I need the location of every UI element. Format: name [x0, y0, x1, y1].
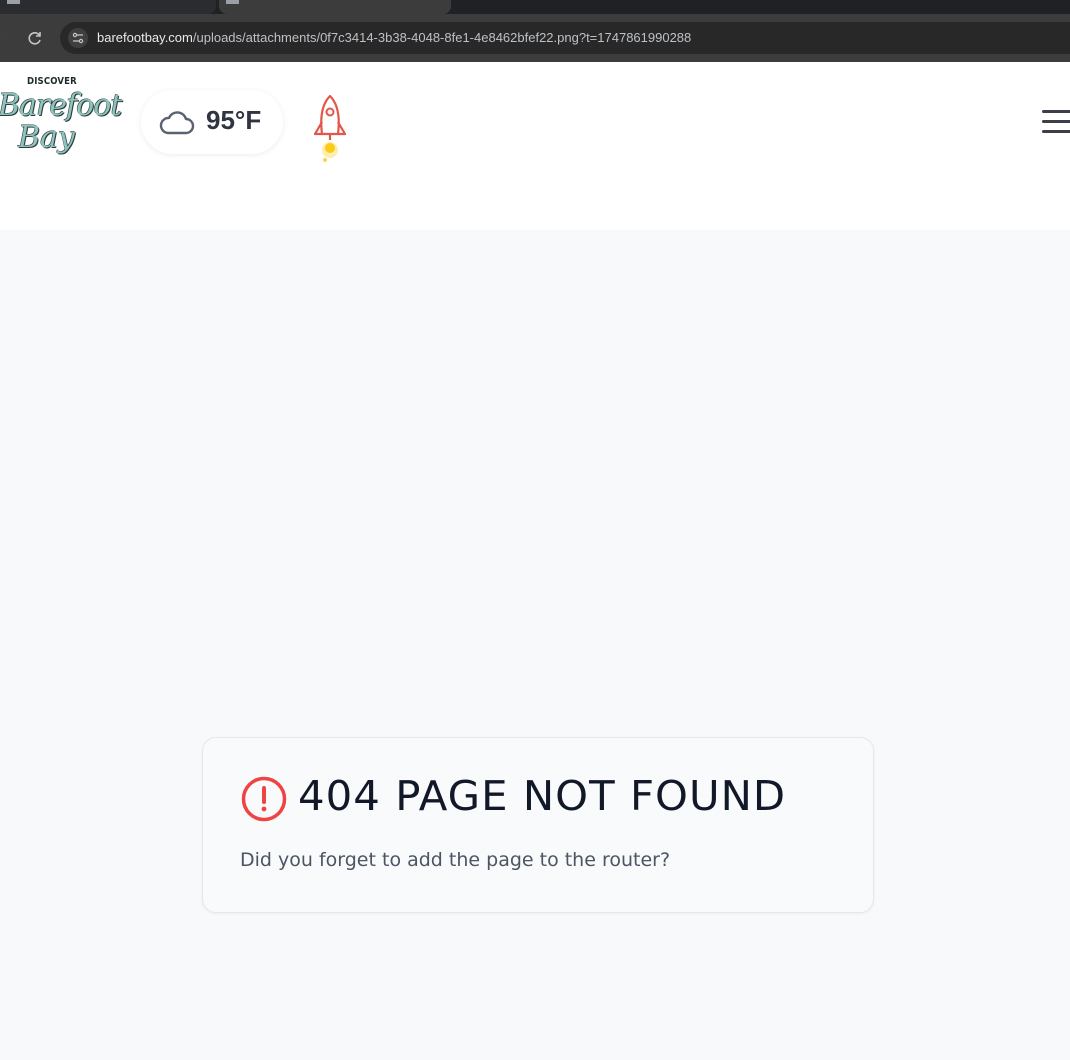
error-message: Did you forget to add the page to the ro…: [240, 849, 671, 871]
site-info-icon[interactable]: [68, 28, 88, 48]
tab-favicon-icon: [226, 0, 239, 4]
browser-toolbar: › barefootbay.com/uploads/attachments/0f…: [0, 14, 1070, 62]
hamburger-menu-icon[interactable]: [1036, 106, 1070, 138]
weather-temperature: 95°F: [206, 105, 262, 135]
weather-widget[interactable]: 95°F: [141, 90, 283, 154]
reload-icon[interactable]: [24, 27, 46, 49]
tab-favicon-icon: [7, 0, 20, 4]
browser-tab-strip: [0, 0, 1070, 14]
url-path: /uploads/attachments/0f7c3414-3b38-4048-…: [192, 30, 692, 45]
forward-icon[interactable]: ›: [0, 31, 1, 46]
rocket-icon[interactable]: [310, 94, 350, 166]
not-found-card: 404 PAGE NOT FOUND Did you forget to add…: [202, 737, 874, 913]
site-header: DISCOVER Barefoot Bay 95°F: [0, 62, 1070, 230]
url-host: barefootbay.com: [97, 30, 193, 45]
page-title: 404 PAGE NOT FOUND: [298, 772, 787, 820]
address-bar[interactable]: barefootbay.com/uploads/attachments/0f7c…: [60, 22, 1070, 54]
browser-tab-active[interactable]: [219, 0, 451, 14]
address-url: barefootbay.com/uploads/attachments/0f7c…: [97, 30, 691, 45]
logo-line-1: Barefoot: [0, 88, 122, 123]
browser-tab[interactable]: [0, 0, 216, 14]
cloud-icon: [159, 111, 195, 135]
alert-circle-icon: [241, 776, 287, 822]
site-logo[interactable]: DISCOVER Barefoot Bay: [0, 72, 122, 164]
logo-discover-text: DISCOVER: [27, 76, 77, 87]
logo-line-2: Bay: [18, 120, 75, 155]
